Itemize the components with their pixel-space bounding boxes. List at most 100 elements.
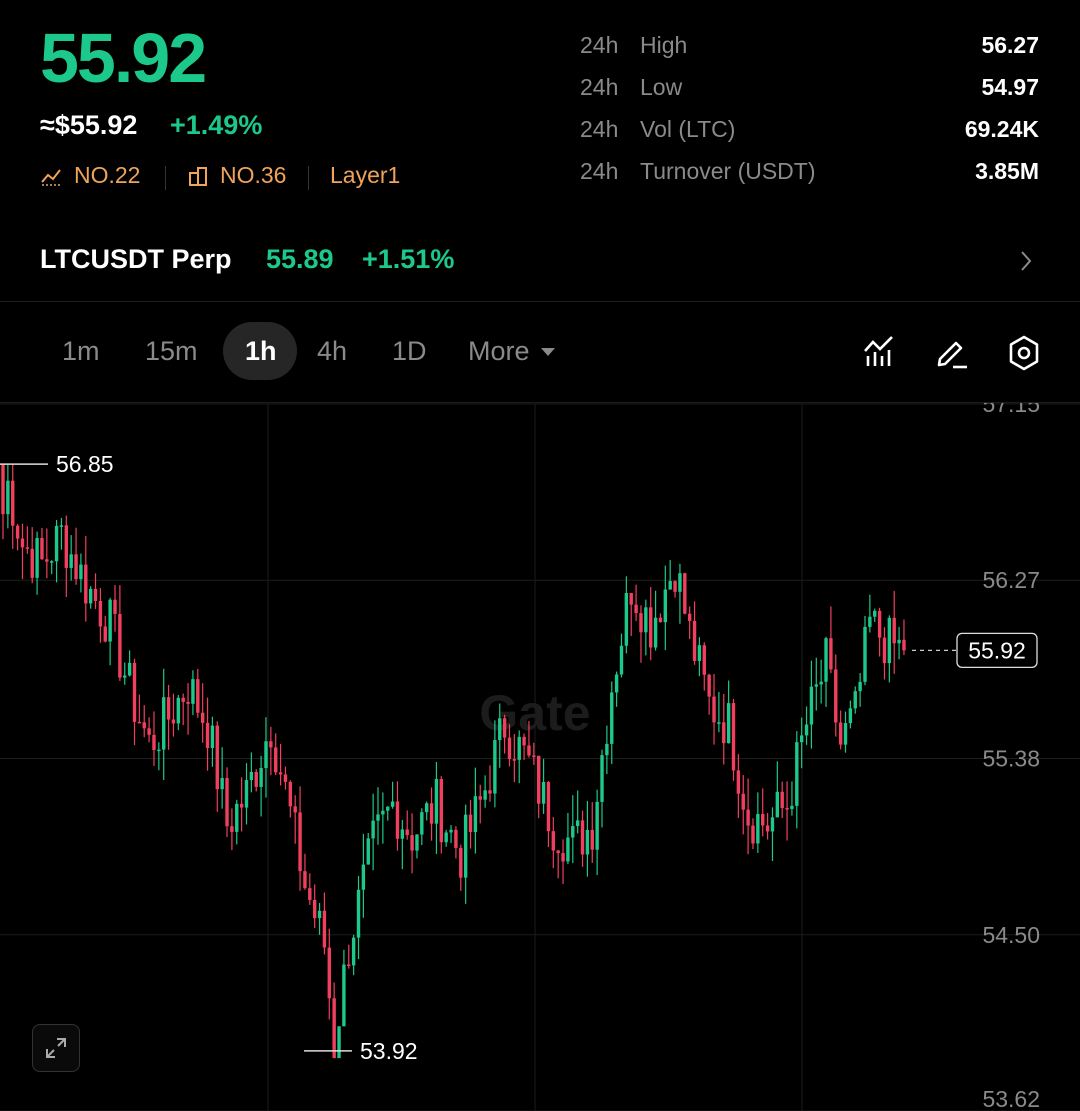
candle-body	[858, 681, 862, 692]
candle-body	[819, 681, 823, 685]
candle-body	[512, 759, 517, 761]
candle-body	[390, 801, 395, 807]
candle-body	[351, 937, 356, 966]
candle-body	[6, 480, 10, 515]
candle-body	[610, 692, 614, 744]
candle-body	[283, 774, 288, 782]
candle-body	[361, 864, 366, 890]
stat-value-low: 54.97	[981, 74, 1039, 100]
candle-body	[59, 525, 64, 527]
candle-body	[11, 480, 15, 526]
candle-body	[93, 588, 98, 601]
stat-label-volume: Vol (LTC)	[640, 116, 736, 142]
candle-body	[191, 679, 195, 704]
divider	[0, 301, 1080, 302]
market-cap-rank[interactable]: NO.22	[40, 162, 140, 189]
sector-tag[interactable]: Layer1	[330, 162, 400, 189]
candle-body	[658, 617, 663, 623]
candle-body	[614, 674, 619, 693]
candle-body	[537, 755, 541, 804]
candle-body	[571, 826, 575, 838]
y-axis-label: 56.27	[982, 567, 1040, 593]
candle-body	[15, 525, 20, 539]
candle-body	[517, 736, 521, 760]
candle-body	[152, 734, 156, 751]
candle-body	[186, 701, 190, 704]
candle-body	[376, 814, 380, 821]
more-timeframes-dropdown[interactable]: More	[468, 336, 556, 367]
candle-body	[45, 559, 49, 562]
divider	[308, 166, 309, 190]
candle-body	[176, 697, 181, 724]
sector-icon	[189, 166, 207, 186]
stat-period: 24h	[580, 74, 619, 100]
candle-body	[483, 790, 487, 800]
divider	[165, 166, 166, 190]
candle-body	[736, 770, 741, 794]
candle-body	[634, 604, 638, 614]
candle-body	[64, 525, 69, 568]
candle-body	[259, 767, 263, 787]
usd-price: ≈$55.92	[40, 110, 138, 140]
candle-body	[629, 592, 633, 605]
candle-body	[215, 725, 219, 790]
tab-1h[interactable]: 1h	[245, 336, 277, 367]
candle-body	[1, 464, 5, 515]
candle-body	[722, 722, 726, 744]
perp-change-percent: +1.51%	[362, 244, 455, 274]
y-axis-label: 53.62	[982, 1086, 1040, 1111]
candle-body	[702, 645, 706, 675]
tab-4h[interactable]: 4h	[317, 336, 347, 367]
candle-body	[235, 803, 239, 832]
candle-body	[848, 708, 853, 724]
candle-body	[712, 696, 716, 723]
candle-body	[454, 829, 458, 848]
draw-icon[interactable]	[934, 334, 970, 370]
candle-body	[478, 796, 482, 800]
candle-body	[532, 755, 536, 758]
price-chart[interactable]: Gate 56.85 53.92 55.92 57.15 56.27 55.38 54.5…	[0, 403, 1080, 1111]
candle-body	[814, 684, 818, 687]
candle-body	[132, 662, 137, 722]
candle-body	[244, 780, 249, 808]
candle-body	[166, 697, 171, 720]
candle-body	[322, 910, 327, 948]
max-price-label: 56.85	[56, 451, 114, 477]
candle-body	[303, 871, 307, 889]
candle-body	[717, 722, 721, 724]
candle-body	[400, 829, 405, 839]
tab-15m[interactable]: 15m	[145, 336, 198, 367]
candle-body	[785, 807, 789, 810]
candle-body	[410, 835, 414, 851]
candle-body	[838, 722, 843, 745]
candle-body	[649, 607, 653, 648]
candle-body	[98, 600, 103, 627]
stat-value-turnover: 3.85M	[975, 158, 1039, 184]
chevron-right-icon[interactable]	[1016, 248, 1036, 274]
tab-1d[interactable]: 1D	[392, 336, 427, 367]
candle-body	[585, 829, 590, 855]
candle-body	[40, 537, 44, 560]
candle-body	[663, 589, 668, 623]
sector-rank[interactable]: NO.36	[188, 162, 286, 189]
settings-icon[interactable]	[1006, 334, 1042, 372]
stat-period: 24h	[580, 32, 619, 58]
candle-body	[463, 814, 468, 878]
fullscreen-button[interactable]	[32, 1024, 80, 1072]
tab-1m[interactable]: 1m	[62, 336, 100, 367]
candle-body	[527, 745, 531, 756]
indicators-icon[interactable]	[862, 334, 896, 370]
candle-body	[761, 813, 765, 826]
candle-body	[147, 728, 151, 735]
candle-body	[162, 697, 166, 750]
candle-body	[293, 806, 297, 813]
candle-body	[882, 637, 887, 664]
stat-value-volume: 69.24K	[964, 116, 1039, 142]
candle-body	[74, 554, 78, 580]
candle-body	[853, 691, 857, 709]
candle-body	[639, 613, 643, 633]
trend-icon	[41, 168, 62, 186]
candle-body	[88, 588, 93, 604]
min-price-label: 53.92	[360, 1038, 418, 1064]
candle-body	[69, 554, 73, 568]
